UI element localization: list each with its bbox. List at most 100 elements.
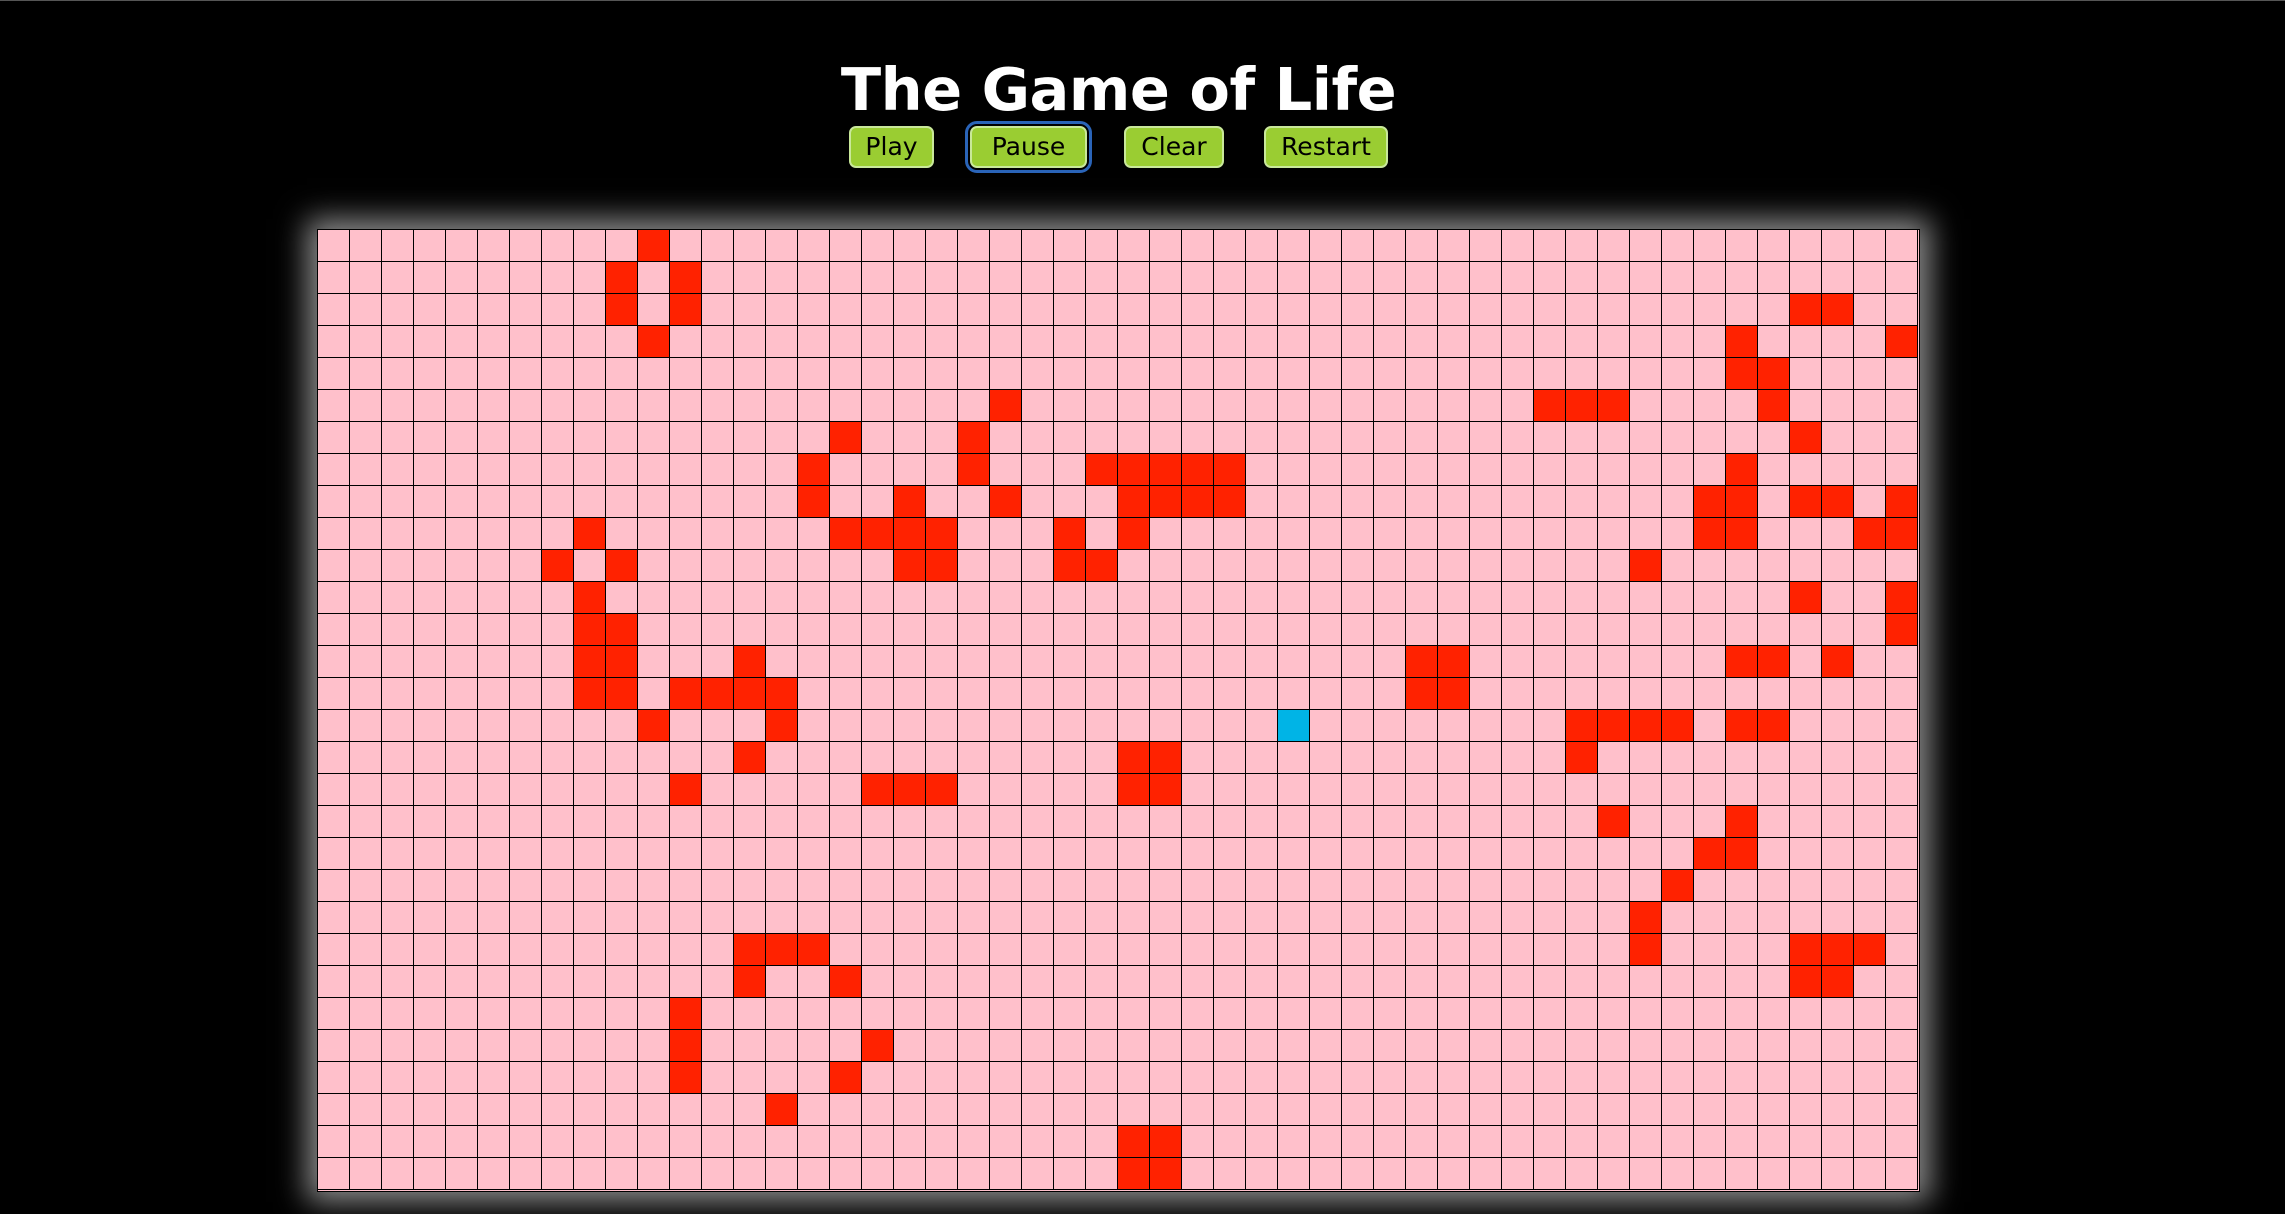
dead-cell[interactable] bbox=[1310, 326, 1342, 358]
dead-cell[interactable] bbox=[1790, 646, 1822, 678]
dead-cell[interactable] bbox=[510, 518, 542, 550]
dead-cell[interactable] bbox=[1566, 678, 1598, 710]
dead-cell[interactable] bbox=[1246, 358, 1278, 390]
dead-cell[interactable] bbox=[1534, 486, 1566, 518]
dead-cell[interactable] bbox=[638, 998, 670, 1030]
dead-cell[interactable] bbox=[670, 710, 702, 742]
dead-cell[interactable] bbox=[1342, 678, 1374, 710]
alive-cell[interactable] bbox=[1886, 518, 1918, 550]
dead-cell[interactable] bbox=[1470, 966, 1502, 998]
dead-cell[interactable] bbox=[1502, 1094, 1534, 1126]
dead-cell[interactable] bbox=[862, 934, 894, 966]
alive-cell[interactable] bbox=[574, 614, 606, 646]
dead-cell[interactable] bbox=[638, 806, 670, 838]
dead-cell[interactable] bbox=[1182, 390, 1214, 422]
dead-cell[interactable] bbox=[1150, 806, 1182, 838]
dead-cell[interactable] bbox=[1566, 1094, 1598, 1126]
dead-cell[interactable] bbox=[1086, 710, 1118, 742]
dead-cell[interactable] bbox=[1822, 390, 1854, 422]
dead-cell[interactable] bbox=[830, 1030, 862, 1062]
dead-cell[interactable] bbox=[1534, 838, 1566, 870]
dead-cell[interactable] bbox=[798, 902, 830, 934]
dead-cell[interactable] bbox=[318, 486, 350, 518]
dead-cell[interactable] bbox=[1790, 1062, 1822, 1094]
alive-cell[interactable] bbox=[1790, 582, 1822, 614]
dead-cell[interactable] bbox=[734, 390, 766, 422]
dead-cell[interactable] bbox=[478, 1030, 510, 1062]
dead-cell[interactable] bbox=[990, 1062, 1022, 1094]
alive-cell[interactable] bbox=[574, 678, 606, 710]
dead-cell[interactable] bbox=[1822, 1126, 1854, 1158]
dead-cell[interactable] bbox=[1598, 582, 1630, 614]
dead-cell[interactable] bbox=[766, 550, 798, 582]
dead-cell[interactable] bbox=[894, 710, 926, 742]
dead-cell[interactable] bbox=[1150, 1094, 1182, 1126]
dead-cell[interactable] bbox=[510, 742, 542, 774]
dead-cell[interactable] bbox=[734, 870, 766, 902]
alive-cell[interactable] bbox=[990, 486, 1022, 518]
dead-cell[interactable] bbox=[862, 742, 894, 774]
dead-cell[interactable] bbox=[1182, 326, 1214, 358]
dead-cell[interactable] bbox=[318, 774, 350, 806]
dead-cell[interactable] bbox=[1246, 934, 1278, 966]
dead-cell[interactable] bbox=[1694, 710, 1726, 742]
dead-cell[interactable] bbox=[414, 262, 446, 294]
dead-cell[interactable] bbox=[318, 390, 350, 422]
dead-cell[interactable] bbox=[1214, 1126, 1246, 1158]
dead-cell[interactable] bbox=[1886, 998, 1918, 1030]
dead-cell[interactable] bbox=[1598, 1158, 1630, 1190]
dead-cell[interactable] bbox=[1182, 1030, 1214, 1062]
dead-cell[interactable] bbox=[734, 262, 766, 294]
dead-cell[interactable] bbox=[414, 774, 446, 806]
dead-cell[interactable] bbox=[1694, 422, 1726, 454]
alive-cell[interactable] bbox=[1790, 422, 1822, 454]
dead-cell[interactable] bbox=[1342, 870, 1374, 902]
dead-cell[interactable] bbox=[414, 486, 446, 518]
dead-cell[interactable] bbox=[1630, 646, 1662, 678]
alive-cell[interactable] bbox=[830, 422, 862, 454]
dead-cell[interactable] bbox=[1022, 550, 1054, 582]
dead-cell[interactable] bbox=[638, 518, 670, 550]
dead-cell[interactable] bbox=[1502, 998, 1534, 1030]
dead-cell[interactable] bbox=[542, 646, 574, 678]
dead-cell[interactable] bbox=[446, 1126, 478, 1158]
alive-cell[interactable] bbox=[1886, 582, 1918, 614]
dead-cell[interactable] bbox=[1502, 294, 1534, 326]
dead-cell[interactable] bbox=[1534, 1094, 1566, 1126]
dead-cell[interactable] bbox=[1886, 678, 1918, 710]
dead-cell[interactable] bbox=[1598, 678, 1630, 710]
dead-cell[interactable] bbox=[1822, 774, 1854, 806]
dead-cell[interactable] bbox=[382, 550, 414, 582]
dead-cell[interactable] bbox=[1150, 518, 1182, 550]
dead-cell[interactable] bbox=[1822, 838, 1854, 870]
dead-cell[interactable] bbox=[1470, 582, 1502, 614]
dead-cell[interactable] bbox=[1534, 454, 1566, 486]
dead-cell[interactable] bbox=[734, 1158, 766, 1190]
alive-cell[interactable] bbox=[670, 262, 702, 294]
dead-cell[interactable] bbox=[1854, 454, 1886, 486]
dead-cell[interactable] bbox=[350, 710, 382, 742]
dead-cell[interactable] bbox=[894, 934, 926, 966]
dead-cell[interactable] bbox=[1310, 294, 1342, 326]
dead-cell[interactable] bbox=[1534, 422, 1566, 454]
dead-cell[interactable] bbox=[1182, 358, 1214, 390]
dead-cell[interactable] bbox=[1566, 1030, 1598, 1062]
alive-cell[interactable] bbox=[1694, 486, 1726, 518]
dead-cell[interactable] bbox=[606, 454, 638, 486]
dead-cell[interactable] bbox=[862, 262, 894, 294]
dead-cell[interactable] bbox=[446, 614, 478, 646]
dead-cell[interactable] bbox=[1118, 1062, 1150, 1094]
dead-cell[interactable] bbox=[382, 1030, 414, 1062]
dead-cell[interactable] bbox=[1406, 326, 1438, 358]
alive-cell[interactable] bbox=[1118, 1158, 1150, 1190]
dead-cell[interactable] bbox=[574, 806, 606, 838]
alive-cell[interactable] bbox=[1854, 934, 1886, 966]
dead-cell[interactable] bbox=[1598, 1062, 1630, 1094]
dead-cell[interactable] bbox=[1342, 742, 1374, 774]
dead-cell[interactable] bbox=[1470, 678, 1502, 710]
dead-cell[interactable] bbox=[606, 966, 638, 998]
dead-cell[interactable] bbox=[1470, 1094, 1502, 1126]
dead-cell[interactable] bbox=[350, 870, 382, 902]
play-button[interactable]: Play bbox=[849, 126, 934, 168]
dead-cell[interactable] bbox=[1150, 326, 1182, 358]
